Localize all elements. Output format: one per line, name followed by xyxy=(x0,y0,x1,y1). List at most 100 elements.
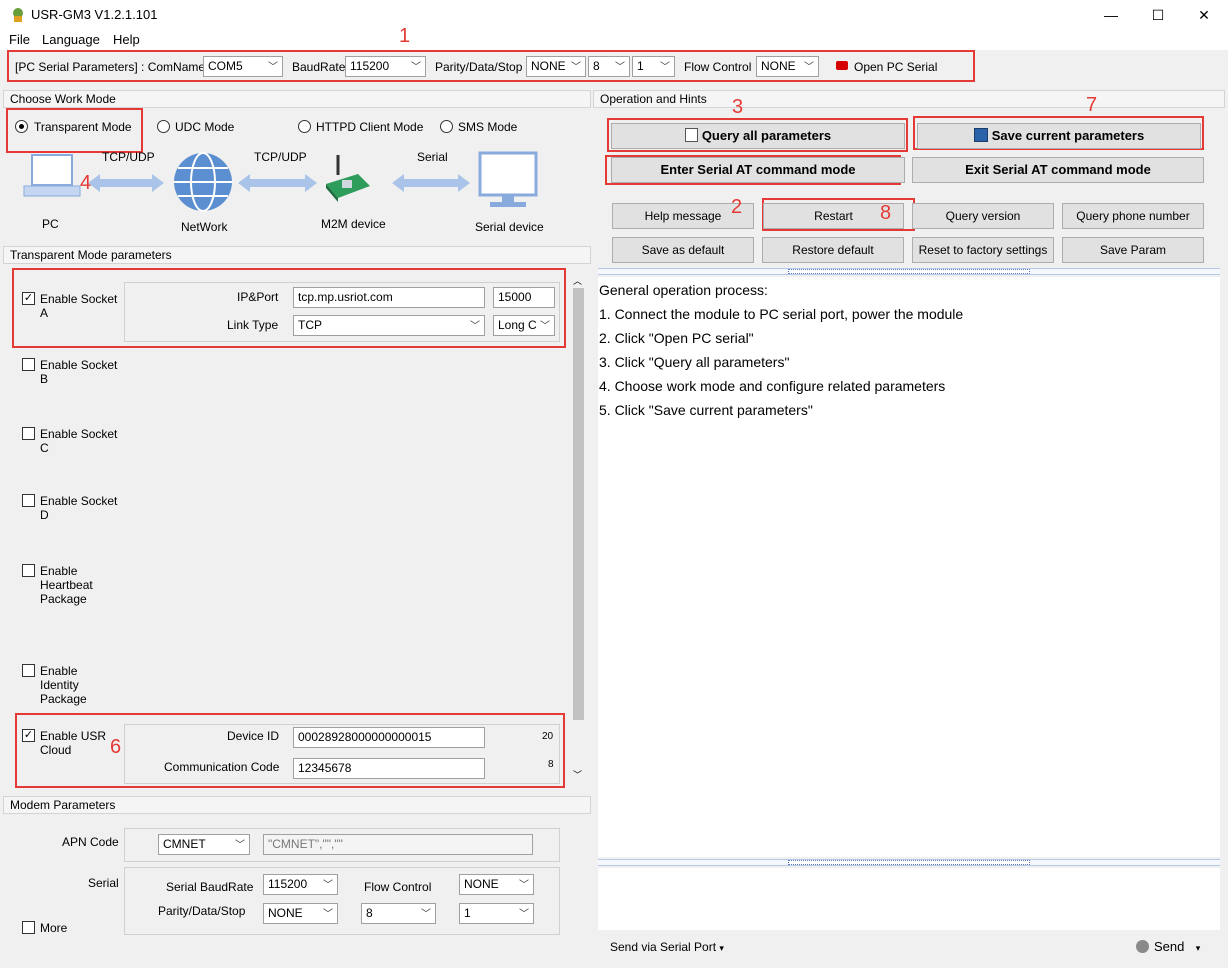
hint-line: General operation process: xyxy=(599,282,768,298)
modem-params-header: Modem Parameters xyxy=(3,796,591,814)
scroll-down-icon[interactable]: ﹀ xyxy=(573,768,582,781)
connection-type-select[interactable]: Long C ﹀ xyxy=(493,315,555,336)
modem-stop-select[interactable]: 1 ﹀ xyxy=(459,903,534,924)
chevron-down-icon: ﹀ xyxy=(411,62,421,73)
usr-cloud-label-1: Enable USR xyxy=(40,729,107,743)
annotation-2: 2 xyxy=(731,196,743,218)
link-type-select[interactable]: TCP ﹀ xyxy=(293,315,485,336)
hint-line: 5. Click "Save current parameters" xyxy=(599,402,813,418)
modem-flow-select[interactable]: NONE ﹀ xyxy=(459,874,534,895)
ip-port-label: IP&Port xyxy=(237,290,279,304)
save-param-button[interactable]: Save Param xyxy=(1062,237,1204,263)
exit-at-mode-button[interactable]: Exit Serial AT command mode xyxy=(912,157,1204,183)
communication-code-input[interactable]: 12345678 xyxy=(293,758,485,779)
socket-b-label-2: B xyxy=(40,372,49,386)
modem-baud-select[interactable]: 115200 ﹀ xyxy=(263,874,338,895)
modem-parity-select[interactable]: NONE ﹀ xyxy=(263,903,338,924)
device-id-input[interactable]: 00028928000000000015 xyxy=(293,727,485,748)
ip-input[interactable]: tcp.mp.usriot.com xyxy=(293,287,485,308)
radio-sms-mode[interactable] xyxy=(440,120,453,133)
diagram-label-network: NetWork xyxy=(181,220,228,234)
socket-d-label-1: Enable Socket xyxy=(40,494,118,508)
query-version-button[interactable]: Query version xyxy=(912,203,1054,229)
globe-icon xyxy=(174,152,232,212)
more-checkbox[interactable] xyxy=(22,921,35,934)
usr-cloud-label-2: Cloud xyxy=(40,743,72,757)
magnifier-document-icon xyxy=(684,128,698,142)
identity-label-3: Package xyxy=(40,692,87,706)
udc-mode-label[interactable]: UDC Mode xyxy=(175,120,234,134)
transparent-mode-label[interactable]: Transparent Mode xyxy=(34,120,132,134)
top-splitter[interactable] xyxy=(598,268,1220,275)
params-scrollbar-thumb[interactable] xyxy=(573,288,584,720)
diagram-label-link2: TCP/UDP xyxy=(254,150,307,164)
flow-select[interactable]: NONE ﹀ xyxy=(756,56,819,77)
menu-file[interactable]: File xyxy=(9,32,30,47)
identity-label-2: Identity xyxy=(40,678,79,692)
menu-help[interactable]: Help xyxy=(113,32,140,47)
scroll-up-icon[interactable]: ︿ xyxy=(573,274,582,287)
annotation-8: 8 xyxy=(880,202,892,224)
splitter-grip[interactable] xyxy=(788,860,1030,865)
minimize-button[interactable]: — xyxy=(1088,0,1134,30)
chevron-down-icon: ﹀ xyxy=(268,62,278,73)
m2m-device-icon xyxy=(326,155,370,202)
work-mode-header: Choose Work Mode xyxy=(3,90,591,108)
identity-checkbox[interactable] xyxy=(22,664,35,677)
apn-value-input: "CMNET","","" xyxy=(263,834,533,855)
query-all-button[interactable]: Query all parameters xyxy=(611,123,905,149)
chevron-down-icon: ﹀ xyxy=(323,909,333,920)
close-button[interactable]: ✕ xyxy=(1181,0,1227,30)
sms-mode-label[interactable]: SMS Mode xyxy=(458,120,517,134)
send-via-serial-dropdown[interactable]: Send via Serial Port ▾ xyxy=(610,940,724,954)
app-icon xyxy=(13,8,23,22)
stop-bits-select[interactable]: 1 ﹀ xyxy=(632,56,675,77)
radio-transparent-mode[interactable] xyxy=(15,120,28,133)
splitter-grip[interactable] xyxy=(788,269,1030,274)
menu-bar xyxy=(0,30,1228,50)
usr-cloud-checkbox[interactable]: ✓ xyxy=(22,729,35,742)
socket-a-label-1: Enable Socket xyxy=(40,292,118,306)
socket-a-checkbox[interactable]: ✓ xyxy=(22,292,35,305)
send-button[interactable]: Send ▾ xyxy=(1136,939,1200,954)
hint-line: 4. Choose work mode and configure relate… xyxy=(599,378,946,394)
chevron-down-icon: ﹀ xyxy=(235,840,245,851)
bottom-splitter[interactable] xyxy=(598,859,1220,866)
maximize-button[interactable]: ☐ xyxy=(1135,0,1181,30)
socket-d-checkbox[interactable] xyxy=(22,494,35,507)
restore-default-button[interactable]: Restore default xyxy=(762,237,904,263)
identity-label-1: Enable xyxy=(40,664,78,678)
transparent-params-header: Transparent Mode parameters xyxy=(3,246,591,264)
monitor-icon xyxy=(478,151,538,207)
open-pc-serial-button[interactable]: Open PC Serial xyxy=(854,60,937,74)
data-bits-select[interactable]: 8 ﹀ xyxy=(588,56,630,77)
socket-c-label-2: C xyxy=(40,441,49,455)
chevron-down-icon: ﹀ xyxy=(804,62,814,73)
menu-language[interactable]: Language xyxy=(42,32,100,47)
chevron-down-icon: ﹀ xyxy=(571,62,581,73)
socket-c-checkbox[interactable] xyxy=(22,427,35,440)
modem-data-select[interactable]: 8 ﹀ xyxy=(361,903,436,924)
socket-b-checkbox[interactable] xyxy=(22,358,35,371)
send-input-area[interactable] xyxy=(598,868,1220,930)
save-default-button[interactable]: Save as default xyxy=(612,237,754,263)
diagram-label-link3: Serial xyxy=(417,150,448,164)
reset-factory-button[interactable]: Reset to factory settings xyxy=(912,237,1054,263)
query-phone-button[interactable]: Query phone number xyxy=(1062,203,1204,229)
operation-header: Operation and Hints xyxy=(593,90,1225,108)
parity-select[interactable]: NONE ﹀ xyxy=(526,56,586,77)
com-select[interactable]: COM5 ﹀ xyxy=(203,56,283,77)
port-input[interactable]: 15000 xyxy=(493,287,555,308)
baud-select[interactable]: 115200 ﹀ xyxy=(345,56,426,77)
httpd-mode-label[interactable]: HTTPD Client Mode xyxy=(316,120,423,134)
heartbeat-checkbox[interactable] xyxy=(22,564,35,577)
save-current-button[interactable]: Save current parameters xyxy=(917,123,1201,149)
apn-select[interactable]: CMNET ﹀ xyxy=(158,834,250,855)
enter-at-mode-button[interactable]: Enter Serial AT command mode xyxy=(611,157,905,183)
hint-line: 3. Click "Query all parameters" xyxy=(599,354,790,370)
radio-httpd-mode[interactable] xyxy=(298,120,311,133)
radio-udc-mode[interactable] xyxy=(157,120,170,133)
communication-code-label: Communication Code xyxy=(164,760,280,774)
send-icon xyxy=(1136,940,1149,953)
device-id-label: Device ID xyxy=(227,729,280,743)
